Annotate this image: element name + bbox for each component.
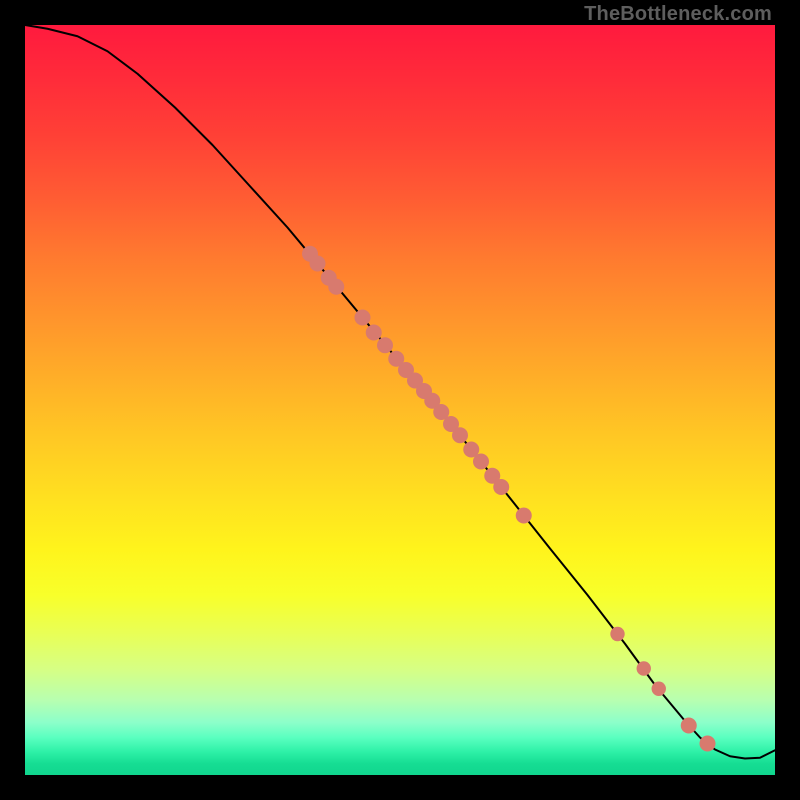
chart-stage: TheBottleneck.com	[0, 0, 800, 800]
data-point	[452, 427, 468, 443]
data-point	[310, 256, 326, 272]
data-point	[652, 682, 666, 696]
data-point	[681, 718, 697, 734]
data-point	[637, 661, 651, 675]
data-point	[328, 279, 344, 295]
data-point	[355, 310, 371, 326]
data-point	[700, 736, 716, 752]
curve-path	[25, 25, 775, 759]
data-point	[493, 479, 509, 495]
data-point	[377, 337, 393, 353]
data-point	[473, 454, 489, 470]
watermark-text: TheBottleneck.com	[584, 3, 772, 26]
data-point	[610, 627, 624, 641]
chart-svg	[25, 25, 775, 775]
dots-group	[302, 246, 716, 752]
plot-area	[25, 25, 775, 775]
data-point	[366, 325, 382, 341]
data-point	[516, 508, 532, 524]
